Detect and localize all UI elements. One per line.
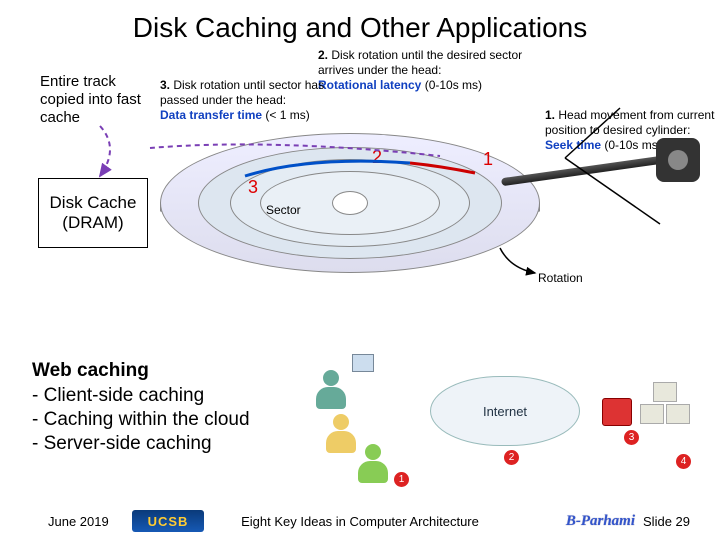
ucsb-logo: UCSB [132,510,204,532]
footer-date: June 2019 [48,514,128,529]
server-icon [602,398,632,426]
slide-title: Disk Caching and Other Applications [0,0,720,48]
web-item-3: - Server-side caching [32,432,332,456]
badge-2: 2 [504,450,519,465]
storage-stack [640,382,696,428]
web-caching-figure: Internet 1 2 3 4 [300,358,700,488]
footer-slide: Slide 29 [643,514,690,529]
browser-icon [352,354,374,372]
internet-cloud: Internet [430,376,580,446]
user-icon-1 [314,370,348,410]
rotation-label: Rotation [538,271,583,286]
footer-author: B-Parhami [566,513,635,530]
disk-arm [500,130,700,190]
user-icon-2 [324,414,358,454]
marker-3: 3 [248,176,258,199]
web-caching-text: Web caching - Client-side caching - Cach… [32,360,332,455]
badge-4: 4 [676,454,691,469]
user-icon-3 [356,444,390,484]
sector-label: Sector [266,203,301,218]
track-copy-note: Entire track copied into fast cache [40,73,150,127]
badge-3: 3 [624,430,639,445]
marker-1: 1 [483,148,493,171]
marker-2: 2 [372,146,382,169]
badge-1: 1 [394,472,409,487]
disk-cache-box: Disk Cache (DRAM) [38,178,148,248]
annotation-step3: 3. Disk rotation until sector has passed… [160,78,360,123]
web-item-1: - Client-side caching [32,384,332,408]
web-caching-heading: Web caching [32,360,332,382]
web-item-2: - Caching within the cloud [32,408,332,432]
slide-footer: June 2019 UCSB Eight Key Ideas in Comput… [0,510,720,532]
disk-diagram: Entire track copied into fast cache Disk… [10,48,710,308]
